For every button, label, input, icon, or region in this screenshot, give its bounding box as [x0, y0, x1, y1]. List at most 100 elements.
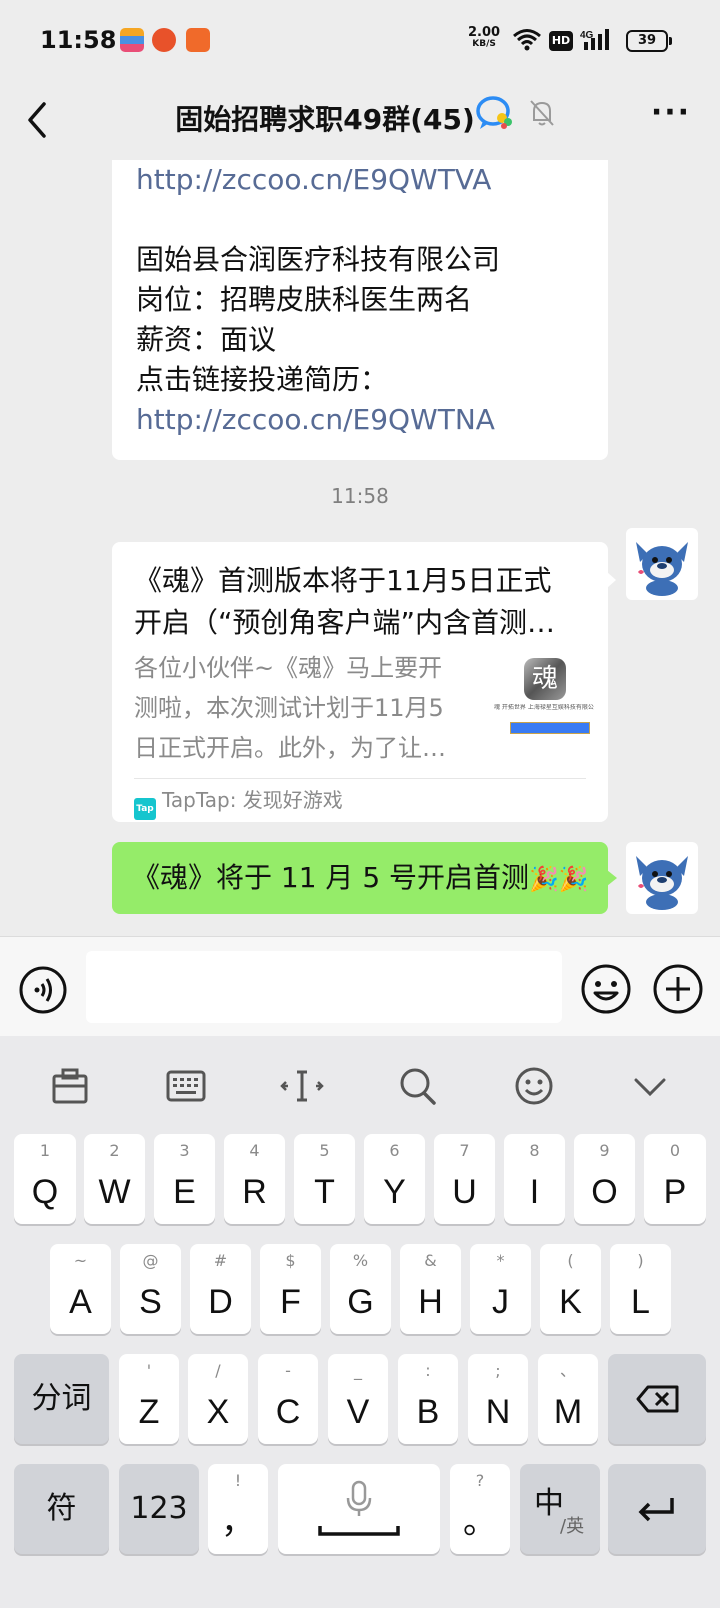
period-key[interactable]: ?。	[450, 1464, 510, 1554]
enter-key[interactable]	[608, 1464, 706, 1554]
key-y[interactable]: 6Y	[364, 1134, 425, 1224]
key-label: P	[663, 1173, 687, 1211]
space-key[interactable]	[278, 1464, 440, 1554]
key-alt-label: '	[146, 1361, 152, 1380]
key-label: M	[553, 1393, 583, 1431]
card-desc-line: 日正式开启。此外，为了让…	[134, 734, 446, 762]
key-alt-label: 、	[559, 1361, 576, 1380]
card-title-line: 《魂》首测版本将于11月5日正式	[134, 564, 552, 597]
thumb-button-graphic	[510, 722, 590, 734]
key-f[interactable]: $ F	[260, 1244, 321, 1334]
avatar[interactable]	[626, 528, 698, 600]
key-p[interactable]: 0P	[644, 1134, 706, 1224]
key-z[interactable]: ' Z	[119, 1354, 179, 1444]
key-label: O	[591, 1173, 618, 1211]
message-line: 固始县合润医疗科技有限公司	[136, 243, 501, 276]
key-e[interactable]: 3E	[154, 1134, 215, 1224]
language-switch-key[interactable]: 中 /英	[520, 1464, 600, 1554]
key-label: V	[346, 1393, 370, 1431]
backspace-key[interactable]	[608, 1354, 706, 1444]
symbol-key[interactable]: 符	[14, 1464, 109, 1554]
key-alt-label: &	[424, 1251, 437, 1270]
keyboard-icon	[166, 1070, 206, 1102]
key-alt-label: 5	[319, 1141, 330, 1160]
key-label: A	[69, 1283, 92, 1321]
clipboard-button[interactable]	[46, 1064, 94, 1108]
microphone-icon	[318, 1480, 400, 1536]
key-t[interactable]: 5T	[294, 1134, 355, 1224]
key-alt-label: 4	[249, 1141, 260, 1160]
comma-key[interactable]: !，	[208, 1464, 268, 1554]
more-button[interactable]: ···	[646, 98, 696, 140]
key-a[interactable]: ~ A	[50, 1244, 111, 1334]
key-o[interactable]: 9O	[574, 1134, 635, 1224]
key-alt-label: ;	[495, 1361, 501, 1380]
emoji-button[interactable]	[580, 963, 632, 1019]
backspace-icon	[636, 1385, 679, 1413]
number-key[interactable]: 123	[119, 1464, 199, 1554]
key-alt-label: 7	[459, 1141, 470, 1160]
key-g[interactable]: % G	[330, 1244, 391, 1334]
emoticon-button[interactable]	[510, 1064, 558, 1108]
key-q[interactable]: 1Q	[14, 1134, 76, 1224]
key-m[interactable]: 、 M	[538, 1354, 598, 1444]
key-k[interactable]: (K	[540, 1244, 601, 1334]
message-link[interactable]: http://zccoo.cn/E9QWTNA	[136, 400, 584, 440]
game-app-icon	[152, 28, 176, 52]
key-label: ，	[221, 1503, 255, 1541]
more-functions-button[interactable]	[652, 963, 704, 1019]
key-alt-label: ?	[475, 1471, 485, 1490]
avatar[interactable]	[626, 842, 698, 914]
message-bubble-sent[interactable]: 《魂》将于 11 月 5 号开启首测🎉🎉	[112, 842, 617, 914]
key-d[interactable]: # D	[190, 1244, 251, 1334]
key-s[interactable]: @ S	[120, 1244, 181, 1334]
key-alt-label: 2	[109, 1141, 120, 1160]
key-r[interactable]: 4R	[224, 1134, 285, 1224]
hd-icon: HD	[549, 31, 573, 51]
voice-icon	[19, 966, 67, 1014]
key-w[interactable]: 2W	[84, 1134, 145, 1224]
cursor-button[interactable]	[278, 1064, 326, 1108]
more-dots-icon: ···	[650, 95, 692, 130]
key-alt-label: 8	[529, 1141, 540, 1160]
battery-icon: 39	[626, 30, 672, 52]
taobao-app-icon	[186, 28, 210, 52]
stitch-avatar-icon	[636, 856, 688, 910]
game-logo: 魂	[524, 658, 566, 700]
card-desc-line: 各位小伙伴~《魂》马上要开	[134, 654, 443, 682]
card-title: 《魂》首测版本将于11月5日正式 开启（“预创角客户端”内含首测…	[134, 560, 586, 644]
status-bar: 11:58 2.00 KB/S HD 4G 39	[0, 0, 720, 80]
key-v[interactable]: _ V	[328, 1354, 388, 1444]
key-c[interactable]: -C	[258, 1354, 318, 1444]
message-link[interactable]: http://zccoo.cn/E9QWTVA	[136, 160, 584, 200]
key-b[interactable]: :B	[398, 1354, 458, 1444]
message-input[interactable]	[86, 951, 562, 1023]
key-label: C	[275, 1393, 301, 1431]
key-l[interactable]: ) L	[610, 1244, 671, 1334]
key-u[interactable]: 7U	[434, 1134, 495, 1224]
smiley-icon	[515, 1067, 553, 1105]
key-h[interactable]: & H	[400, 1244, 461, 1334]
voice-input-button[interactable]	[18, 965, 68, 1019]
key-n[interactable]: ; N	[468, 1354, 528, 1444]
key-label: I	[529, 1173, 540, 1211]
key-alt-label: @	[142, 1251, 159, 1270]
key-j[interactable]: * J	[470, 1244, 531, 1334]
search-button[interactable]	[394, 1064, 442, 1108]
key-alt-label: 3	[179, 1141, 190, 1160]
segment-key[interactable]: 分词	[14, 1354, 109, 1444]
keyboard-layout-button[interactable]	[162, 1064, 210, 1108]
card-divider	[134, 778, 586, 779]
card-source-label: TapTap: 发现好游戏	[162, 788, 343, 812]
shared-link-card[interactable]: 《魂》首测版本将于11月5日正式 开启（“预创角客户端”内含首测… 各位小伙伴~…	[112, 542, 616, 822]
mute-bell-icon	[530, 100, 554, 126]
message-bubble-received[interactable]: http://zccoo.cn/E9QWTVA 固始县合润医疗科技有限公司 岗位…	[112, 160, 608, 460]
message-list[interactable]: http://zccoo.cn/E9QWTVA 固始县合润医疗科技有限公司 岗位…	[0, 160, 720, 936]
message-timestamp: 11:58	[331, 484, 389, 508]
key-label: F	[280, 1283, 301, 1321]
soft-keyboard: 1Q 2W 3E 4R 5T 6Y 7U 8I 9O 0P ~ A @ S # D $…	[0, 1036, 720, 1608]
chevron-down-icon	[634, 1078, 666, 1097]
hide-keyboard-button[interactable]	[626, 1064, 674, 1108]
key-i[interactable]: 8I	[504, 1134, 565, 1224]
key-x[interactable]: / X	[188, 1354, 248, 1444]
